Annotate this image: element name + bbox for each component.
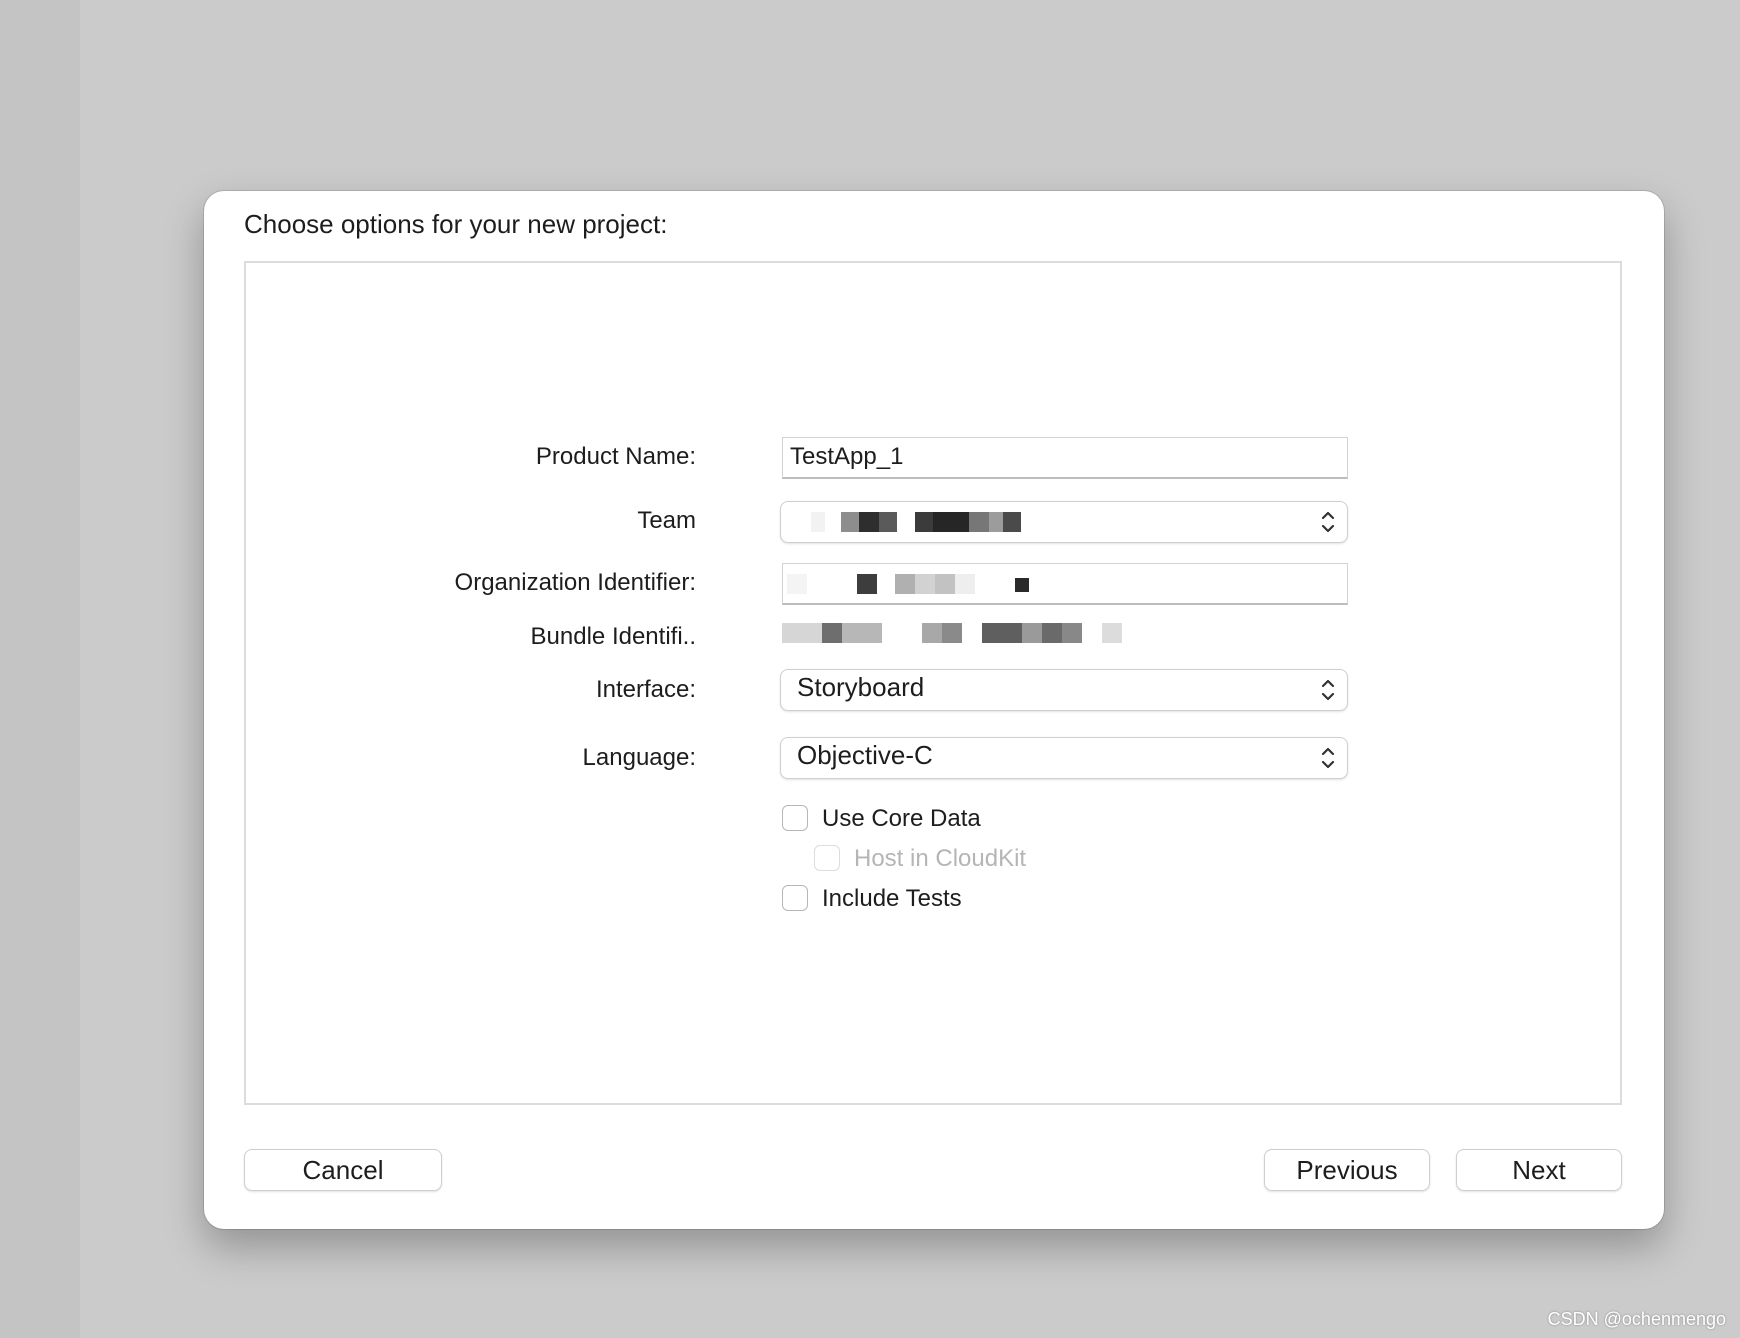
redacted-team-name [811,512,1021,532]
options-form-panel: Product Name: TestApp_1 Team Organizatio… [244,261,1622,1105]
previous-button[interactable]: Previous [1264,1149,1430,1191]
sheet-title: Choose options for your new project: [244,209,668,239]
organization-identifier-label: Organization Identifier: [454,569,696,596]
team-label: Team [637,507,696,534]
cancel-button[interactable]: Cancel [244,1149,442,1191]
redacted-organization-identifier [787,574,1029,594]
bundle-identifier-value [782,619,1162,649]
language-value: Objective-C [797,740,933,770]
product-name-label: Product Name: [535,443,696,470]
use-core-data-checkbox[interactable] [782,805,808,831]
redacted-bundle-identifier [782,623,1122,643]
host-in-cloudkit-label: Host in CloudKit [854,845,1027,872]
interface-value: Storyboard [797,672,925,702]
host-in-cloudkit-checkbox [814,845,840,871]
chevron-up-down-icon [1321,511,1335,533]
organization-identifier-field[interactable] [782,563,1348,605]
use-core-data-label[interactable]: Use Core Data [822,805,981,833]
window-background-strip [0,0,80,1338]
chevron-up-down-icon [1321,679,1335,701]
language-popup[interactable]: Objective-C [780,737,1348,779]
product-name-field[interactable]: TestApp_1 [782,437,1348,479]
team-popup[interactable] [780,501,1348,543]
interface-popup[interactable]: Storyboard [780,669,1348,711]
include-tests-label[interactable]: Include Tests [822,885,962,913]
include-tests-checkbox[interactable] [782,885,808,911]
chevron-up-down-icon [1321,747,1335,769]
interface-label: Interface: [595,676,696,703]
bundle-identifier-label: Bundle Identifi.. [530,623,696,650]
watermark: CSDN @ochenmengo [1547,1309,1726,1329]
next-button[interactable]: Next [1456,1149,1622,1191]
new-project-options-sheet: Choose options for your new project: Pro… [204,191,1664,1229]
language-label: Language: [582,744,696,771]
